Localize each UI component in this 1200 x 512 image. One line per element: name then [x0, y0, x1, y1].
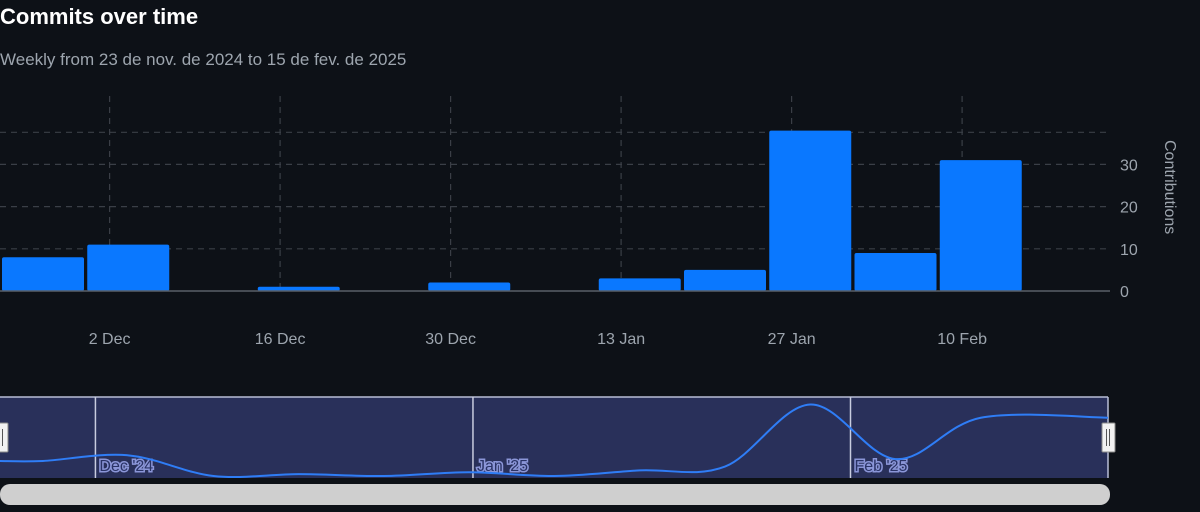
commits-chart: 0 10 20 30 Contributions 2 Dec 16 Dec 30 Dec 13 … [0, 96, 1178, 505]
navigator-handle-left[interactable] [0, 422, 9, 453]
navigator-scrollbar[interactable] [0, 484, 1110, 505]
bar-2025-01-25[interactable] [769, 130, 852, 291]
x-tick-label: 2 Dec [89, 331, 131, 348]
y-tick-label: 30 [1120, 157, 1138, 174]
y-tick-label: 20 [1120, 200, 1138, 217]
navigator-month-label: Dec '24 [99, 458, 153, 475]
bar-2024-12-28[interactable] [428, 282, 511, 291]
bar-2025-02-01[interactable] [854, 253, 937, 291]
bar-2024-11-23[interactable] [2, 257, 84, 291]
x-tick-label: 16 Dec [255, 331, 306, 348]
x-tick-label: 10 Feb [937, 331, 987, 348]
bar-2025-01-11[interactable] [598, 278, 681, 291]
navigator-handle-right[interactable] [1101, 422, 1116, 453]
bar-2024-11-30[interactable] [87, 244, 170, 291]
x-tick-label: 30 Dec [425, 331, 476, 348]
x-tick-label: 13 Jan [597, 331, 645, 348]
navigator-month-label: Feb '25 [855, 458, 908, 475]
y-axis-label: Contributions [1161, 140, 1178, 234]
bar-2025-01-18[interactable] [684, 269, 766, 291]
bar-2025-02-08[interactable] [939, 160, 1022, 291]
y-tick-label: 0 [1120, 284, 1129, 301]
x-tick-label: 27 Jan [768, 331, 816, 348]
y-tick-label: 10 [1120, 242, 1138, 259]
